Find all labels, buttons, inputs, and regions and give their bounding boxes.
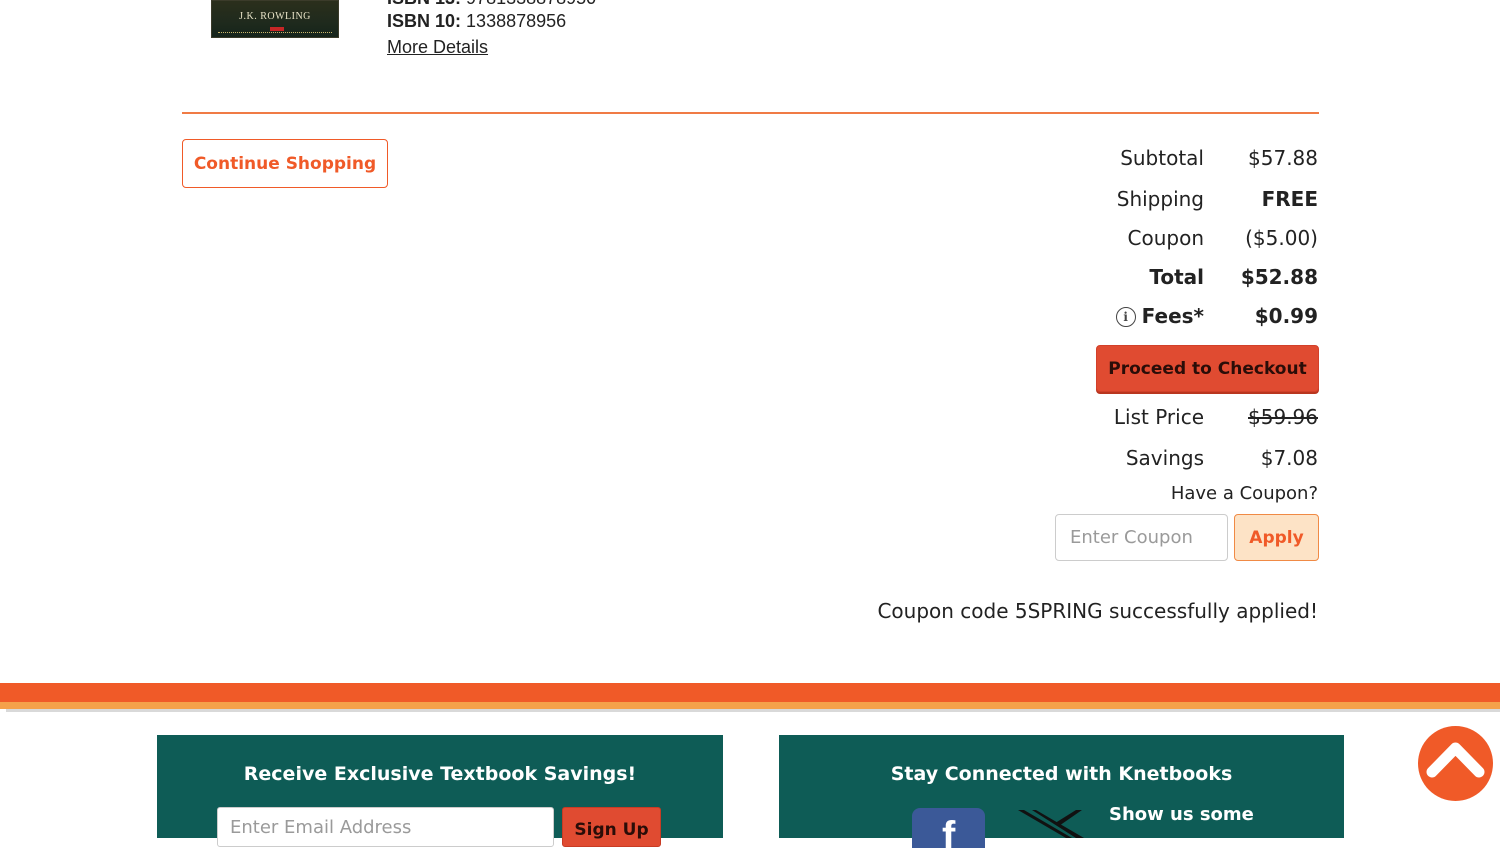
savings-value: $7.08 xyxy=(1260,446,1318,470)
coupon-success-message: Coupon code 5SPRING successfully applied… xyxy=(877,599,1318,623)
subtotal-value: $57.88 xyxy=(1248,146,1318,170)
book-cover-image[interactable]: J.K. ROWLING xyxy=(211,0,339,38)
list-price-label: List Price xyxy=(1113,405,1204,429)
footer-stripe-shadow xyxy=(6,709,1500,712)
social-title: Stay Connected with Knetbooks xyxy=(890,763,1233,785)
isbn10-label: ISBN 10: xyxy=(387,11,462,31)
cover-border-decoration xyxy=(218,32,332,35)
facebook-icon[interactable]: f xyxy=(912,808,985,848)
coupon-input[interactable] xyxy=(1055,514,1228,561)
continue-shopping-button[interactable]: Continue Shopping xyxy=(182,139,388,188)
info-circle-icon[interactable]: i xyxy=(1115,307,1136,327)
fees-value: $0.99 xyxy=(1254,304,1318,328)
fees-row-label: i Fees* xyxy=(1115,304,1204,328)
coupon-label: Coupon xyxy=(1127,226,1204,250)
chevron-up-icon xyxy=(1426,742,1485,778)
isbn13-value: 9781338878950 xyxy=(466,0,596,8)
newsletter-title: Receive Exclusive Textbook Savings! xyxy=(243,763,637,785)
total-label: Total xyxy=(1149,265,1204,289)
isbn10-value: 1338878956 xyxy=(466,11,567,31)
subtotal-label: Subtotal xyxy=(1120,146,1204,170)
proceed-to-checkout-button[interactable]: Proceed to Checkout xyxy=(1096,345,1319,392)
more-details-link[interactable]: More Details xyxy=(387,37,488,58)
scroll-to-top-button[interactable] xyxy=(1418,726,1493,801)
cover-author-text: J.K. ROWLING xyxy=(239,11,311,22)
savings-label: Savings xyxy=(1125,446,1204,470)
isbn13-label: ISBN 13: xyxy=(387,0,461,8)
isbn10-line: ISBN 10: 1338878956 xyxy=(387,11,566,32)
fees-label: Fees* xyxy=(1141,304,1204,328)
list-price-value: $59.96 xyxy=(1248,405,1318,429)
newsletter-panel: Receive Exclusive Textbook Savings! Sign… xyxy=(157,735,723,847)
coupon-discount-value: ($5.00) xyxy=(1245,226,1318,250)
social-panel: Stay Connected with Knetbooks f Show us … xyxy=(779,735,1344,848)
isbn13-line: ISBN 13: 9781338878950 xyxy=(387,0,596,9)
cart-divider xyxy=(182,112,1319,114)
footer-stripe-orange xyxy=(0,683,1500,702)
have-coupon-label: Have a Coupon? xyxy=(1170,483,1318,504)
shipping-value: FREE xyxy=(1261,187,1318,211)
footer-stripe-amber xyxy=(0,702,1500,709)
email-input[interactable] xyxy=(217,807,554,847)
sign-up-button[interactable]: Sign Up xyxy=(562,807,661,847)
x-twitter-icon[interactable] xyxy=(1016,808,1086,838)
shipping-label: Shipping xyxy=(1116,187,1204,211)
total-value: $52.88 xyxy=(1240,265,1318,289)
cover-publisher-mark xyxy=(270,27,284,31)
apply-coupon-button[interactable]: Apply xyxy=(1234,514,1319,561)
social-tagline: Show us some xyxy=(1109,804,1254,825)
